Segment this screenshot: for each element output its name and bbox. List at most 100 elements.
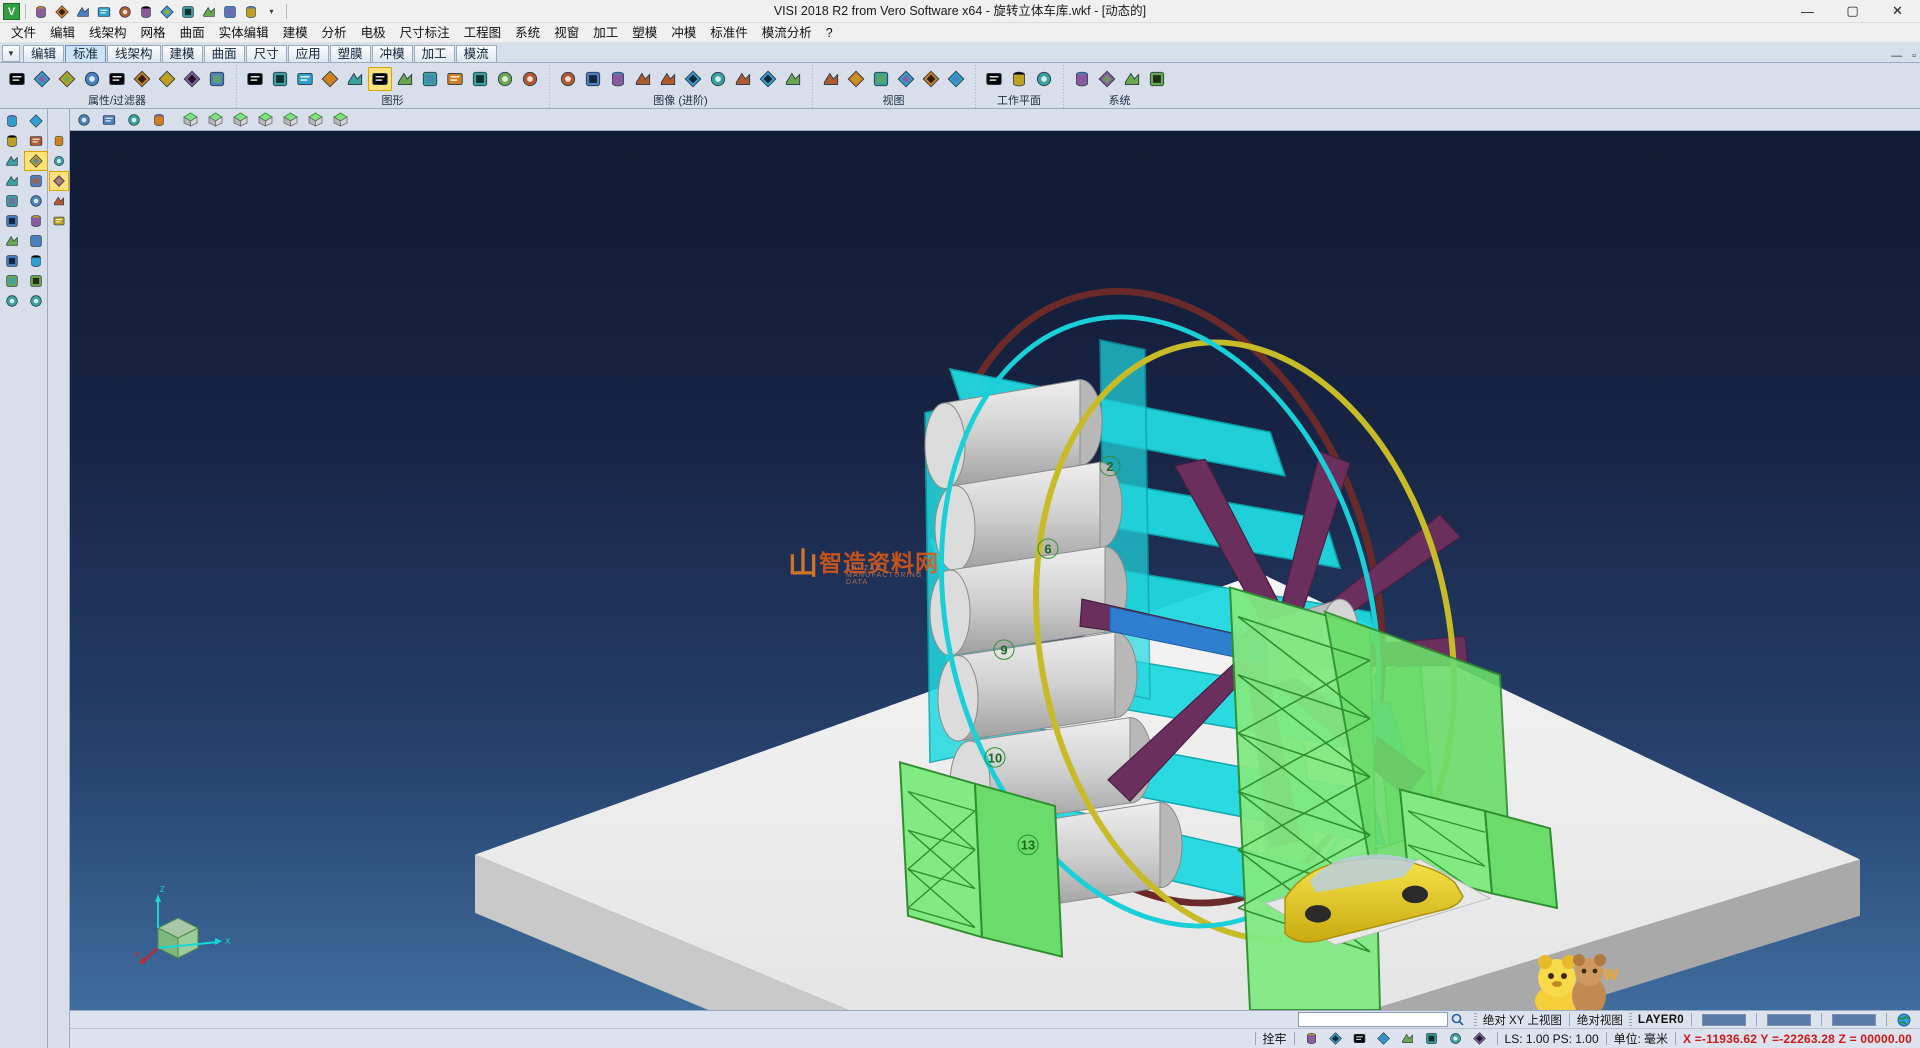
viewport[interactable]: 2 6 9 10 13 山 智造资料网 ZHI ZAO MANUFACTURIN… (70, 131, 1920, 1010)
shaded-edges-icon[interactable] (418, 67, 442, 91)
macro-icon[interactable] (1145, 67, 1169, 91)
highlight-shade-icon[interactable] (781, 67, 805, 91)
inner-restore-button[interactable]: ▫ (1912, 50, 1916, 62)
shade-blue-icon[interactable] (656, 67, 680, 91)
zoom-all-icon[interactable] (844, 67, 868, 91)
copy-tool-icon[interactable] (24, 291, 48, 311)
units-value[interactable]: 毫米 (1644, 1030, 1668, 1047)
entity-properties-icon[interactable] (30, 67, 54, 91)
maximize-button[interactable]: ▢ (1830, 0, 1875, 23)
ribbon-dropdown-icon[interactable]: ▼ (2, 45, 20, 62)
redraw-icon[interactable] (243, 67, 267, 91)
zoom-in-out-icon[interactable] (0, 151, 24, 171)
color-palette-icon[interactable] (5, 67, 29, 91)
refresh-view-icon[interactable] (130, 67, 154, 91)
menu-item-16[interactable]: 标准件 (703, 23, 755, 43)
menu-item-10[interactable]: 工程图 (457, 23, 509, 43)
palette-tab-5-icon[interactable] (49, 211, 69, 231)
measure-icon[interactable] (0, 251, 24, 271)
view-list-icon[interactable] (72, 110, 96, 129)
save-icon[interactable] (94, 2, 113, 21)
close-button[interactable]: ✕ (1875, 0, 1920, 23)
workplane-align-icon[interactable] (1007, 67, 1031, 91)
menu-item-9[interactable]: 尺寸标注 (393, 23, 457, 43)
color-picker-icon[interactable] (0, 191, 24, 211)
menu-item-0[interactable]: 文件 (4, 23, 43, 43)
status-field-3[interactable] (1832, 1014, 1876, 1026)
traffic-light-filter-icon[interactable] (105, 67, 129, 91)
menu-item-18[interactable]: ? (819, 23, 840, 43)
toggle-adv-icon[interactable] (631, 67, 655, 91)
save-as-icon[interactable] (115, 2, 134, 21)
globe-icon[interactable] (1894, 1011, 1914, 1028)
zoom-window-tool-icon[interactable] (0, 131, 24, 151)
open-file-icon[interactable] (52, 2, 71, 21)
status-field-1[interactable] (1702, 1014, 1746, 1026)
wireframe-icon[interactable] (268, 67, 292, 91)
redo-icon[interactable] (220, 2, 239, 21)
view-right-icon[interactable] (278, 110, 302, 129)
hide-all-icon[interactable] (205, 67, 229, 91)
ribbon-tab-5[interactable]: 尺寸 (246, 45, 287, 62)
ribbon-tab-4[interactable]: 曲面 (204, 45, 245, 62)
ribbon-tab-1[interactable]: 标准 (65, 45, 106, 62)
view-iso2-icon[interactable] (203, 110, 227, 129)
arc-draw-icon[interactable] (24, 131, 48, 151)
undo-icon[interactable] (199, 2, 218, 21)
file-manager-icon[interactable] (1120, 67, 1144, 91)
view-wireframe-icon[interactable] (122, 110, 146, 129)
layer-label[interactable]: LAYER0 (1638, 1014, 1684, 1026)
hide-entity-icon[interactable] (80, 67, 104, 91)
palette-tab-2-icon[interactable] (49, 151, 69, 171)
snap-solid-icon[interactable] (1422, 1030, 1442, 1047)
inner-minimize-button[interactable]: — (1891, 50, 1902, 62)
workplane-origin-icon[interactable] (1032, 67, 1056, 91)
show-all-icon[interactable] (180, 67, 204, 91)
edit-entity-icon[interactable] (24, 171, 48, 191)
traffic-filter-adv-icon[interactable] (581, 67, 605, 91)
ribbon-tab-9[interactable]: 加工 (414, 45, 455, 62)
palette-tab-3-icon[interactable] (49, 171, 69, 191)
render-quality-icon[interactable] (468, 67, 492, 91)
snap-plane-icon[interactable] (1470, 1030, 1490, 1047)
menu-item-11[interactable]: 系统 (508, 23, 547, 43)
dimension-icon[interactable] (24, 231, 48, 251)
magnifier-icon[interactable] (1448, 1011, 1468, 1028)
refresh-screen-icon[interactable] (0, 211, 24, 231)
grid-icon[interactable] (24, 191, 48, 211)
system-settings-icon[interactable] (1070, 67, 1094, 91)
zoom-dynamic-icon[interactable] (0, 111, 24, 131)
ribbon-tab-7[interactable]: 塑膜 (330, 45, 371, 62)
snap-center-icon[interactable] (1446, 1030, 1466, 1047)
print-preview-icon[interactable] (178, 2, 197, 21)
menu-item-5[interactable]: 实体编辑 (212, 23, 276, 43)
section-view-icon[interactable] (443, 67, 467, 91)
shaded-transparent-icon[interactable] (393, 67, 417, 91)
view-dynamic-icon[interactable] (147, 110, 171, 129)
toggle-visibility-icon[interactable] (155, 67, 179, 91)
minimize-button[interactable]: — (1785, 0, 1830, 23)
new-file-icon[interactable] (31, 2, 50, 21)
workplane-define-icon[interactable] (982, 67, 1006, 91)
rotate-view-icon[interactable] (919, 67, 943, 91)
wire-shade-icon[interactable] (756, 67, 780, 91)
shaded-light-icon[interactable] (343, 67, 367, 91)
3d-viewport-background[interactable]: 2 6 9 10 13 山 智造资料网 ZHI ZAO MANUFACTURIN… (70, 131, 1920, 1010)
snap-point-icon[interactable] (1326, 1030, 1346, 1047)
view-shaded-icon[interactable] (97, 110, 121, 129)
palette-tab-4-icon[interactable] (49, 191, 69, 211)
ribbon-tab-10[interactable]: 模流 (456, 45, 497, 62)
customize-icon[interactable] (241, 2, 260, 21)
render-settings-icon[interactable] (518, 67, 542, 91)
shaded-solid-icon[interactable] (368, 67, 392, 91)
ribbon-tab-2[interactable]: 线架构 (107, 45, 161, 62)
view-face-icon[interactable] (944, 67, 968, 91)
menu-item-12[interactable]: 视窗 (547, 23, 586, 43)
snap-grid-icon[interactable] (1302, 1030, 1322, 1047)
view-iso1-icon[interactable] (178, 110, 202, 129)
ribbon-tab-3[interactable]: 建模 (162, 45, 203, 62)
menu-item-6[interactable]: 建模 (276, 23, 315, 43)
solid-box-icon[interactable] (24, 211, 48, 231)
menu-item-7[interactable]: 分析 (315, 23, 354, 43)
palette-tab-1-icon[interactable] (49, 131, 69, 151)
